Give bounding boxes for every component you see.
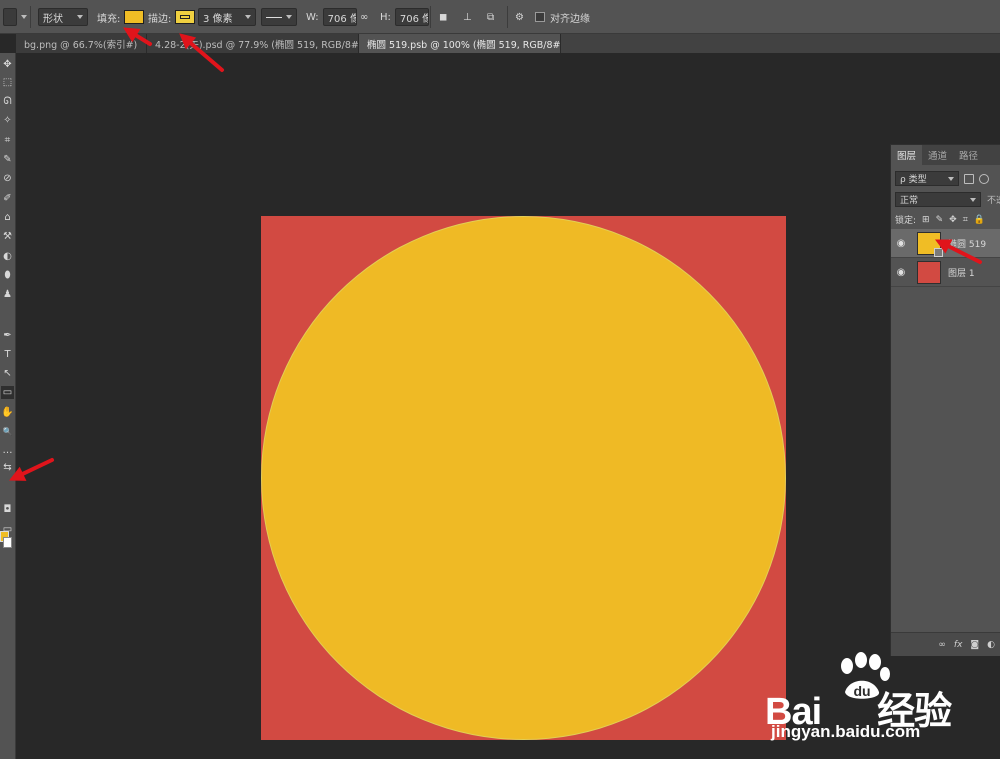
stroke-color-swatch[interactable] <box>175 10 196 24</box>
background-color-swatch[interactable] <box>3 537 12 548</box>
fill-control[interactable]: 填充: <box>97 8 145 26</box>
marquee-tool-icon[interactable]: ⬚ <box>1 76 14 89</box>
tab-label: 4.28-2(矢).psd @ 77.9% (椭圆 519, RGB/8#) * <box>155 39 359 51</box>
layer-thumbnail <box>917 260 941 284</box>
healing-tool-icon[interactable]: ⊘ <box>1 172 14 185</box>
fill-label: 填充: <box>97 13 121 25</box>
shape-mode-select[interactable]: 形状 <box>38 8 88 26</box>
blend-mode-row: 正常 不透 <box>895 192 1000 207</box>
add-mask-icon[interactable]: ◙ <box>970 640 979 650</box>
lock-row: 锁定: ⊞ ✎ ✥ ⌗ 🔒 <box>895 212 985 227</box>
height-label: H: <box>380 11 391 23</box>
history-brush-tool-icon[interactable]: ⚒ <box>1 230 14 243</box>
visibility-eye-icon[interactable]: ◉ <box>891 238 911 249</box>
lock-all-icon[interactable]: 🔒 <box>974 215 985 225</box>
stroke-width-field[interactable]: 3 像素 <box>198 8 256 26</box>
lock-artboard-icon[interactable]: ⌗ <box>963 215 968 225</box>
layer-thumbnail <box>917 231 943 257</box>
filter-adjustment-icon[interactable] <box>979 173 989 184</box>
height-field[interactable]: H: 706 像素 <box>380 8 429 26</box>
stroke-width-value: 3 像素 <box>203 13 233 25</box>
shape-tool-icon[interactable]: ▭ <box>1 386 14 399</box>
tab-4-28-psd[interactable]: 4.28-2(矢).psd @ 77.9% (椭圆 519, RGB/8#) *… <box>147 34 359 53</box>
eyedropper-tool-icon[interactable]: ✎ <box>1 153 14 166</box>
path-alignment-icon[interactable]: ⊥ <box>463 8 472 26</box>
path-operations-icon[interactable]: ◼ <box>439 8 447 26</box>
lock-transparency-icon[interactable]: ⊞ <box>922 215 930 225</box>
align-edges-checkbox[interactable]: 对齐边缘 <box>535 8 590 26</box>
height-value[interactable]: 706 像素 <box>394 8 429 26</box>
zoom-tool-icon[interactable]: 🔍 <box>1 425 14 438</box>
ellipse-shape[interactable] <box>261 216 786 740</box>
baidu-jingyan-watermark: du Bai 经验 jingyan.baidu.com <box>765 652 975 742</box>
tool-preset-picker[interactable] <box>3 8 27 26</box>
layer-name[interactable]: 图层 1 <box>948 266 975 279</box>
tab-ellipse-519-psb[interactable]: 椭圆 519.psb @ 100% (椭圆 519, RGB/8#) * × <box>359 34 561 53</box>
tools-panel: ✥ ⬚ ᘏ ✧ ⌗ ✎ ⊘ ✐ ⌂ ⚒ ◐ ⬮ ♟ ✒ T ↖ ▭ ✋ 🔍 … … <box>0 53 16 759</box>
filter-pixel-icon[interactable] <box>964 173 974 184</box>
tab-label: 椭圆 519.psb @ 100% (椭圆 519, RGB/8#) * <box>367 39 561 51</box>
layer-name[interactable]: 椭圆 519 <box>948 237 986 250</box>
align-edges-label: 对齐边缘 <box>550 13 590 25</box>
gradient-tool-icon[interactable]: ⬮ <box>1 269 14 282</box>
stamp-tool-icon[interactable]: ⌂ <box>1 211 14 224</box>
smart-object-badge-icon <box>934 247 943 257</box>
tab-paths[interactable]: 路径 <box>953 145 984 165</box>
options-bar: 形状 填充: 描边: 3 像素 W: 706 像素 ∞ H: 706 像素 ◼ … <box>0 0 1000 34</box>
fx-icon[interactable]: fx <box>954 640 963 650</box>
link-dimensions-icon[interactable]: ∞ <box>360 8 368 26</box>
brush-tool-icon[interactable]: ✐ <box>1 192 14 205</box>
lasso-tool-icon[interactable]: ᘏ <box>1 95 14 108</box>
layer-filter-select[interactable]: ρ 类型 <box>895 171 959 186</box>
stroke-label: 描边: <box>148 13 172 25</box>
tab-channels[interactable]: 通道 <box>922 145 953 165</box>
link-layers-icon[interactable]: ∞ <box>938 640 946 650</box>
document-canvas[interactable] <box>261 216 786 740</box>
path-selection-tool-icon[interactable]: ↖ <box>1 367 14 380</box>
document-tab-bar: bg.png @ 66.7%(索引#) × 4.28-2(矢).psd @ 77… <box>16 34 1000 53</box>
crop-tool-icon[interactable]: ⌗ <box>1 134 14 147</box>
shape-mode-label: 形状 <box>43 13 63 25</box>
tab-label: bg.png @ 66.7%(索引#) <box>24 39 138 51</box>
opacity-label: 不透 <box>987 196 1000 206</box>
magic-wand-tool-icon[interactable]: ✧ <box>1 114 14 127</box>
pen-tool-icon[interactable]: ✒ <box>1 329 14 342</box>
width-value[interactable]: 706 像素 <box>322 8 357 26</box>
hand-tool-icon[interactable]: ✋ <box>1 406 14 419</box>
quick-mask-icon[interactable]: ◘ <box>1 503 14 516</box>
swap-colors-icon[interactable]: ⇆ <box>1 461 14 474</box>
watermark-url: jingyan.baidu.com <box>771 722 921 741</box>
visibility-eye-icon[interactable]: ◉ <box>891 267 911 278</box>
lock-pixels-icon[interactable]: ✎ <box>936 215 944 225</box>
move-tool-icon[interactable]: ✥ <box>1 58 14 71</box>
blend-mode-select[interactable]: 正常 <box>895 192 981 207</box>
lock-position-icon[interactable]: ✥ <box>949 215 957 225</box>
dodge-tool-icon[interactable]: ♟ <box>1 288 14 301</box>
width-field[interactable]: W: 706 像素 <box>306 8 357 26</box>
path-arrangement-icon[interactable]: ⧉ <box>487 8 494 26</box>
eraser-tool-icon[interactable]: ◐ <box>1 250 14 263</box>
panel-tabs: 图层 通道 路径 <box>891 145 1000 165</box>
rectangle-tool-icon <box>3 8 17 26</box>
layer-filter-row: ρ 类型 <box>895 171 989 186</box>
gear-icon[interactable]: ⚙ <box>515 8 524 26</box>
layer-row-ellipse-519[interactable]: ◉ 椭圆 519 <box>891 229 1000 258</box>
type-tool-icon[interactable]: T <box>1 348 14 361</box>
fill-color-swatch[interactable] <box>124 10 145 24</box>
width-label: W: <box>306 11 319 23</box>
layers-panel: 图层 通道 路径 ρ 类型 正常 不透 锁定: ⊞ ✎ ✥ ⌗ 🔒 ◉ 椭圆 5… <box>890 144 1000 656</box>
tab-layers[interactable]: 图层 <box>891 145 923 165</box>
screen-mode-icon[interactable]: ▭ <box>1 523 14 536</box>
lock-label: 锁定: <box>895 216 917 226</box>
stroke-control[interactable]: 描边: <box>148 8 196 26</box>
layer-row-layer-1[interactable]: ◉ 图层 1 <box>891 258 1000 287</box>
tab-bg-png[interactable]: bg.png @ 66.7%(索引#) × <box>16 34 147 53</box>
stroke-type-select[interactable] <box>261 8 297 26</box>
adjustment-layer-icon[interactable]: ◐ <box>987 640 995 650</box>
more-tools-icon[interactable]: … <box>1 444 14 457</box>
